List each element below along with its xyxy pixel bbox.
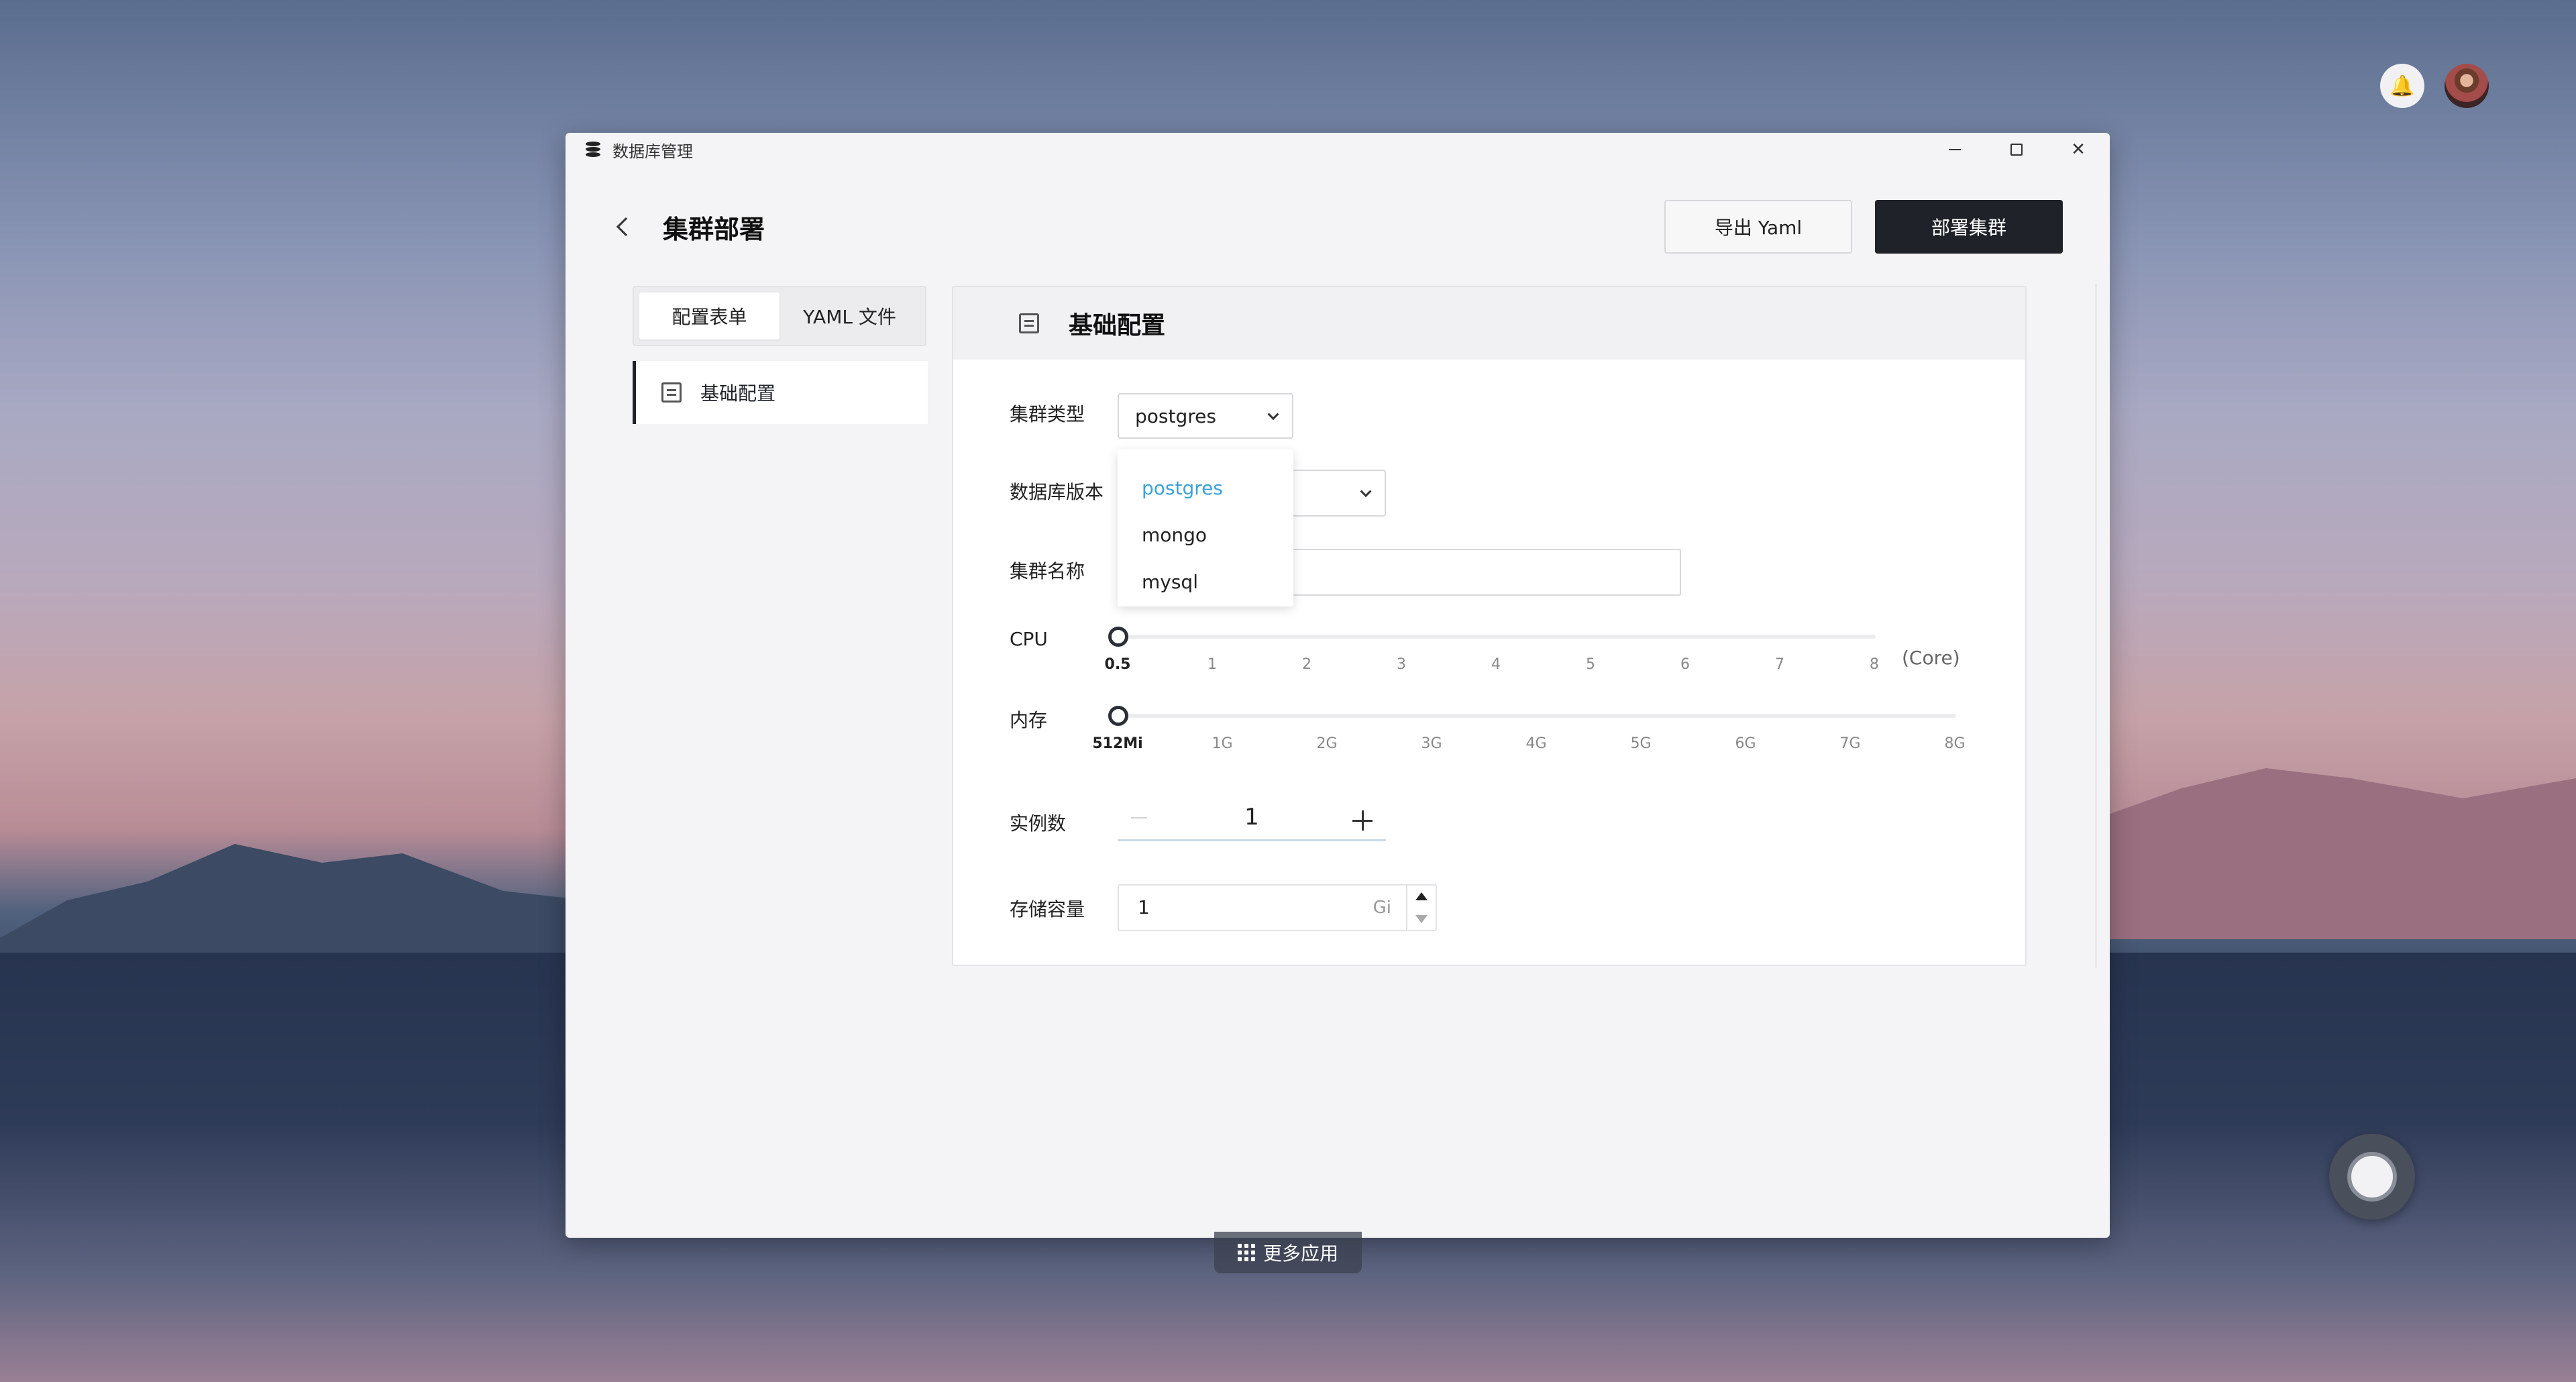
memory-tick: 8G	[1944, 735, 1966, 752]
memory-tick: 2G	[1316, 735, 1338, 752]
close-icon: ✕	[2071, 140, 2086, 160]
sidebar-item-label: 基础配置	[700, 382, 776, 405]
memory-tick: 5G	[1630, 735, 1652, 752]
app-grid-icon	[1237, 1244, 1255, 1261]
tab-yaml-file[interactable]: YAML 文件	[780, 293, 920, 339]
minimize-icon	[1949, 149, 1961, 150]
dropdown-option-postgres[interactable]: postgres	[1118, 464, 1293, 511]
scrollbar-track[interactable]	[2095, 284, 2097, 968]
config-tabs: 配置表单 YAML 文件	[633, 286, 926, 346]
cluster-type-label: 集群类型	[1010, 403, 1085, 425]
panel-title: 基础配置	[1069, 312, 1166, 339]
cpu-tick: 1	[1208, 656, 1217, 673]
export-yaml-button[interactable]: 导出 Yaml	[1664, 200, 1852, 254]
memory-tick: 1G	[1212, 735, 1233, 752]
cpu-tick: 0.5	[1104, 656, 1131, 673]
more-apps-label: 更多应用	[1263, 1242, 1338, 1265]
instances-stepper: 1	[1118, 797, 1386, 841]
memory-tick: 512Mi	[1092, 735, 1143, 752]
storage-spinner	[1406, 886, 1436, 930]
user-avatar[interactable]	[2445, 64, 2489, 108]
storage-unit: Gi	[1373, 898, 1391, 918]
cpu-tick: 6	[1680, 656, 1690, 673]
tab-config-form[interactable]: 配置表单	[639, 293, 780, 339]
back-chevron-icon[interactable]	[616, 217, 636, 237]
memory-tick: 3G	[1421, 735, 1442, 752]
memory-label: 内存	[1010, 709, 1048, 731]
notification-bell-icon[interactable]: 🔔	[2380, 64, 2424, 108]
cpu-tick: 3	[1397, 656, 1406, 673]
cpu-tick: 8	[1870, 656, 1879, 673]
maximize-icon	[2010, 144, 2023, 156]
memory-tick: 6G	[1735, 735, 1756, 752]
document-icon	[1019, 313, 1039, 333]
database-icon	[586, 142, 600, 158]
dropdown-option-mysql[interactable]: mysql	[1118, 558, 1293, 605]
memory-slider-track	[1118, 714, 1956, 718]
storage-label: 存储容量	[1010, 898, 1085, 920]
page-header: 集群部署 导出 Yaml 部署集群	[606, 200, 2063, 254]
basic-config-panel: 基础配置 集群类型 postgres 数据库版本 集群名称 postgres m…	[952, 286, 2027, 966]
minimize-button[interactable]	[1943, 138, 1966, 161]
chevron-down-icon	[1360, 486, 1372, 498]
document-icon	[661, 382, 682, 403]
db-version-label: 数据库版本	[1010, 481, 1104, 503]
increment-button[interactable]	[1352, 810, 1373, 831]
chevron-down-icon	[1267, 409, 1279, 421]
instances-value[interactable]: 1	[1118, 804, 1386, 831]
app-window: 数据库管理 ✕ 集群部署 导出 Yaml 部署集群 配置表单 YAML 文件 基…	[566, 133, 2110, 1238]
cpu-tick: 5	[1586, 656, 1595, 673]
assistant-icon	[2347, 1152, 2397, 1202]
cpu-unit: (Core)	[1902, 647, 1960, 669]
cluster-type-dropdown: postgres mongo mysql	[1118, 449, 1293, 606]
page-title: 集群部署	[663, 214, 765, 244]
cpu-tick: 2	[1302, 656, 1311, 673]
header-actions: 导出 Yaml 部署集群	[1664, 200, 2063, 254]
cpu-slider-track	[1118, 635, 1876, 639]
memory-tick: 7G	[1839, 735, 1861, 752]
dropdown-option-mongo[interactable]: mongo	[1118, 511, 1293, 558]
storage-input[interactable]: 1 Gi	[1118, 884, 1437, 931]
cpu-tick: 4	[1491, 656, 1501, 673]
spin-down-icon[interactable]	[1415, 915, 1428, 923]
close-button[interactable]: ✕	[2067, 138, 2090, 161]
cpu-label: CPU	[1010, 628, 1048, 650]
cpu-tick: 7	[1775, 656, 1784, 673]
window-title: 数据库管理	[612, 142, 693, 161]
deploy-cluster-button[interactable]: 部署集群	[1875, 200, 2063, 254]
storage-value: 1	[1138, 896, 1150, 918]
cluster-type-value: postgres	[1135, 405, 1216, 427]
memory-slider-thumb[interactable]	[1108, 706, 1128, 726]
cluster-name-label: 集群名称	[1010, 560, 1085, 582]
cpu-slider-thumb[interactable]	[1108, 627, 1128, 647]
memory-tick: 4G	[1525, 735, 1547, 752]
instances-label: 实例数	[1010, 812, 1067, 835]
more-apps-button[interactable]: 更多应用	[1214, 1232, 1362, 1273]
cluster-type-select[interactable]: postgres	[1118, 393, 1293, 439]
panel-header: 基础配置	[953, 287, 2025, 360]
window-titlebar: 数据库管理 ✕	[566, 133, 2110, 166]
maximize-button[interactable]	[2005, 138, 2028, 161]
spin-up-icon[interactable]	[1415, 892, 1428, 900]
window-controls: ✕	[1943, 133, 2090, 166]
floating-assistant-button[interactable]	[2329, 1134, 2415, 1220]
sidebar-item-basic-config[interactable]: 基础配置	[633, 361, 928, 424]
desktop-top-icons: 🔔	[2380, 64, 2489, 108]
